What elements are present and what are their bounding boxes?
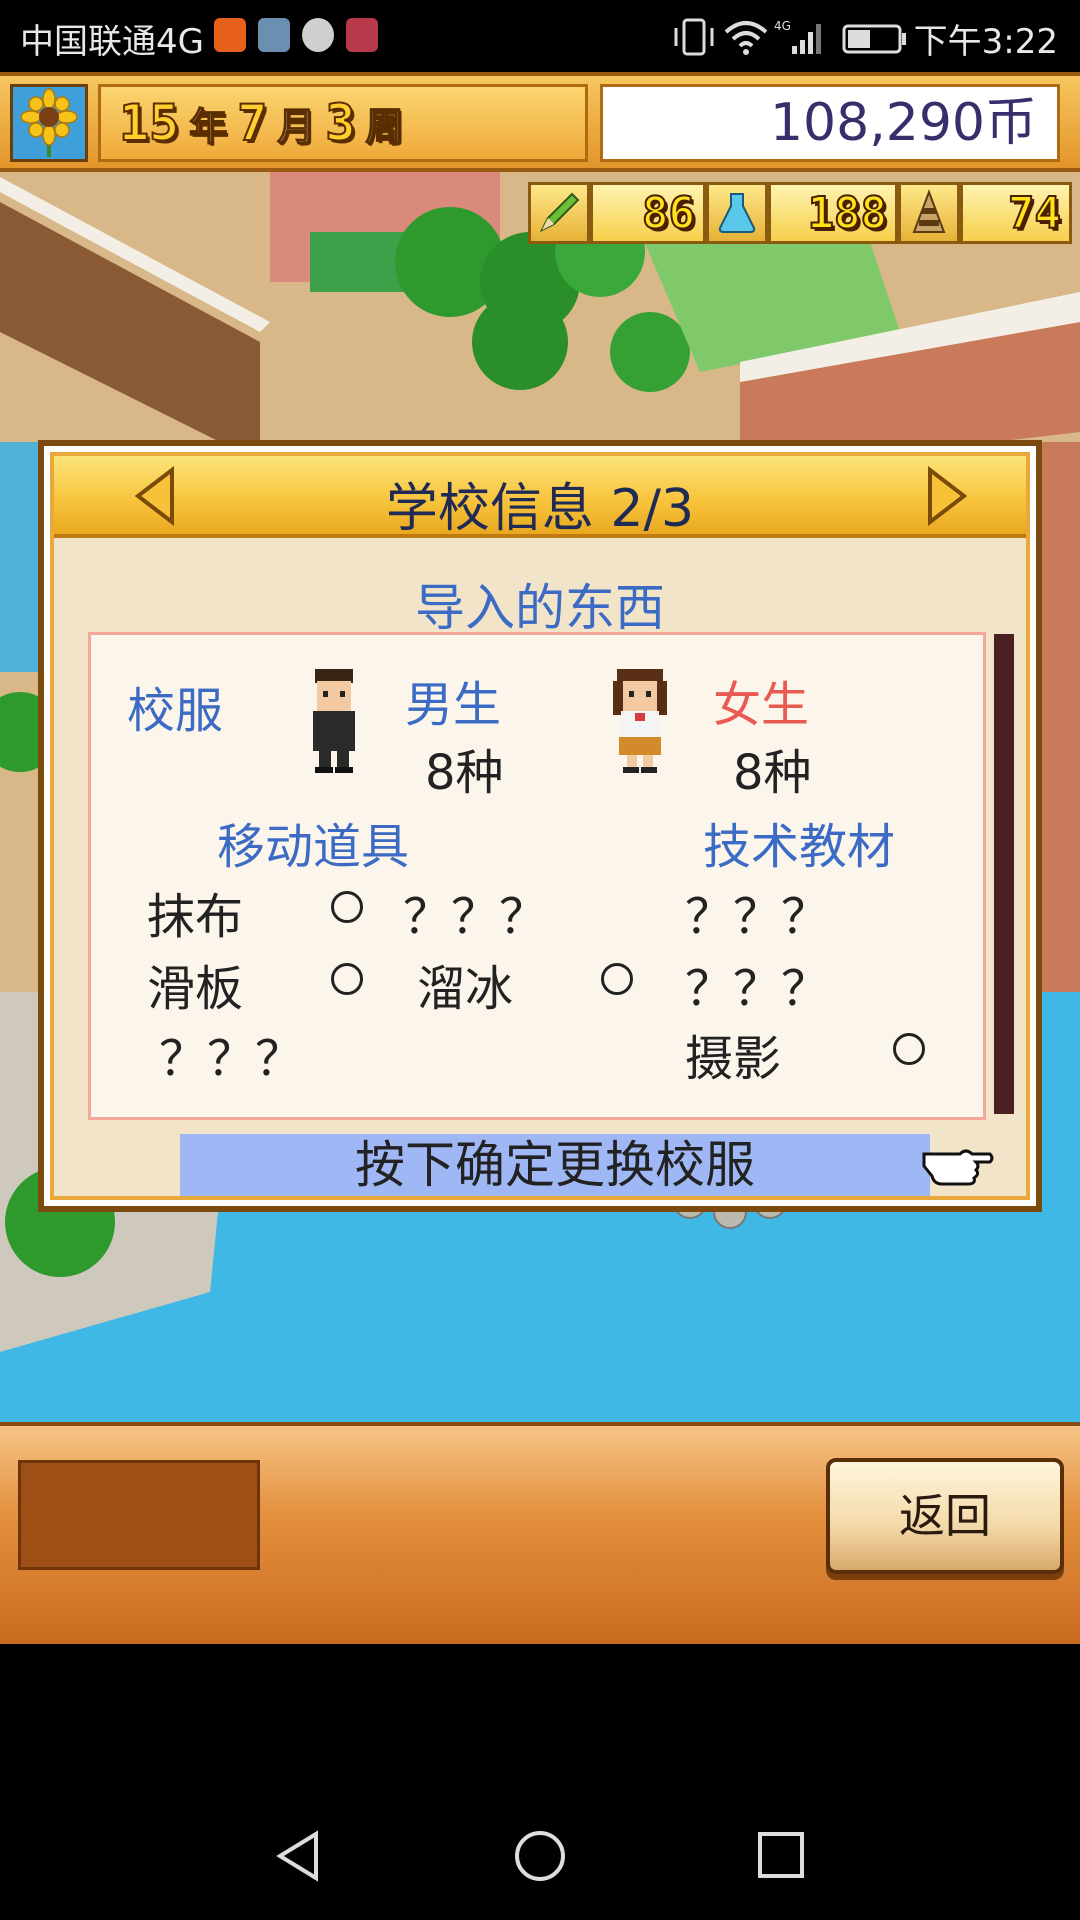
change-uniform-hint[interactable]: 按下确定更换校服 bbox=[180, 1134, 930, 1196]
system-nav-bar bbox=[0, 1644, 1080, 1920]
clock-label: 下午3:22 bbox=[913, 22, 1058, 62]
tech-material-name: ？？？ bbox=[685, 889, 830, 945]
year-unit: 年 bbox=[188, 104, 228, 150]
tower-stat-value: 74 bbox=[960, 182, 1072, 244]
top-hud: 15 年 7 月 3 周 108,290币 bbox=[0, 72, 1080, 172]
bottom-panel: 返回 bbox=[0, 1422, 1080, 1644]
school-info-dialog: 学校信息 2/3 导入的东西 校服 男生 8种 女生 8种 移动道具 技术教材 … bbox=[38, 440, 1042, 1212]
owned-mark bbox=[331, 891, 363, 923]
boys-label: 男生 bbox=[405, 677, 502, 733]
date-display: 15 年 7 月 3 周 bbox=[98, 84, 588, 162]
back-button[interactable]: 返回 bbox=[826, 1458, 1064, 1574]
mobile-item-name: ？？？ bbox=[159, 1031, 304, 1087]
chat-icon bbox=[302, 18, 334, 52]
sunflower-icon[interactable] bbox=[10, 84, 88, 162]
pointing-hand-icon bbox=[922, 1149, 994, 1186]
owned-mark bbox=[601, 963, 633, 995]
year-value: 15 bbox=[118, 93, 180, 153]
carrier-label: 中国联通4G bbox=[20, 22, 204, 62]
svg-text:4G: 4G bbox=[774, 19, 791, 33]
bird-app-icon bbox=[258, 18, 290, 52]
coin-balance: 108,290币 bbox=[600, 84, 1060, 162]
girl-student-icon bbox=[613, 669, 667, 773]
nav-recents-icon[interactable] bbox=[754, 1828, 808, 1884]
huawei-icon bbox=[346, 18, 378, 52]
boy-student-icon bbox=[313, 669, 355, 773]
girls-count: 8种 bbox=[733, 745, 812, 801]
stat-bar: 86 188 74 bbox=[528, 182, 1080, 244]
flask-icon bbox=[706, 182, 768, 244]
mobile-item-name: 滑板 bbox=[147, 961, 244, 1017]
tech-material-name: 摄影 bbox=[685, 1031, 782, 1087]
owned-mark bbox=[893, 1033, 925, 1065]
mobile-items-title: 移动道具 bbox=[217, 819, 410, 875]
battery-icon bbox=[842, 24, 906, 54]
dialog-title: 学校信息 2/3 bbox=[385, 479, 695, 539]
panel-scrollbar[interactable] bbox=[994, 634, 1014, 1114]
uniform-label: 校服 bbox=[127, 683, 224, 739]
next-page-arrow-icon[interactable] bbox=[920, 466, 970, 526]
taobao-icon bbox=[214, 18, 246, 52]
tower-icon bbox=[898, 182, 960, 244]
tech-materials-title: 技术教材 bbox=[703, 819, 896, 875]
nav-back-icon[interactable] bbox=[272, 1828, 326, 1884]
girls-label: 女生 bbox=[713, 677, 810, 733]
owned-mark bbox=[331, 963, 363, 995]
pencil-icon bbox=[528, 182, 590, 244]
week-unit: 周 bbox=[365, 104, 405, 150]
month-value: 7 bbox=[236, 93, 268, 153]
tech-material-name: ？？？ bbox=[685, 961, 830, 1017]
signal-4g-icon: 4G bbox=[774, 19, 821, 54]
month-unit: 月 bbox=[277, 104, 317, 150]
dialog-body: 学校信息 2/3 导入的东西 校服 男生 8种 女生 8种 移动道具 技术教材 … bbox=[50, 452, 1030, 1200]
flask-stat-value: 188 bbox=[768, 182, 898, 244]
status-bar: 中国联通4G 4G 下午3:22 bbox=[0, 0, 1080, 72]
nav-home-icon[interactable] bbox=[512, 1828, 568, 1884]
mobile-item-name: ？？？ bbox=[403, 889, 548, 945]
imported-items-panel: 校服 男生 8种 女生 8种 移动道具 技术教材 抹布 ？？？ ？？？ 滑板 溜… bbox=[88, 632, 986, 1120]
dialog-header: 学校信息 2/3 bbox=[54, 456, 1026, 539]
vibrate-icon bbox=[674, 18, 714, 56]
pencil-stat-value: 86 bbox=[590, 182, 706, 244]
game-screen: 中国联通4G 4G 下午3:22 15 年 7 月 3 周 108,290币 8… bbox=[0, 0, 1080, 1920]
wifi-icon bbox=[724, 21, 768, 55]
section-title: 导入的东西 bbox=[415, 579, 665, 637]
boys-count: 8种 bbox=[425, 745, 504, 801]
mobile-item-name: 抹布 bbox=[147, 889, 244, 945]
mobile-item-name: 溜冰 bbox=[417, 961, 514, 1017]
sunflower-graphic bbox=[20, 88, 78, 157]
info-slot bbox=[18, 1460, 260, 1570]
week-value: 3 bbox=[324, 93, 356, 153]
